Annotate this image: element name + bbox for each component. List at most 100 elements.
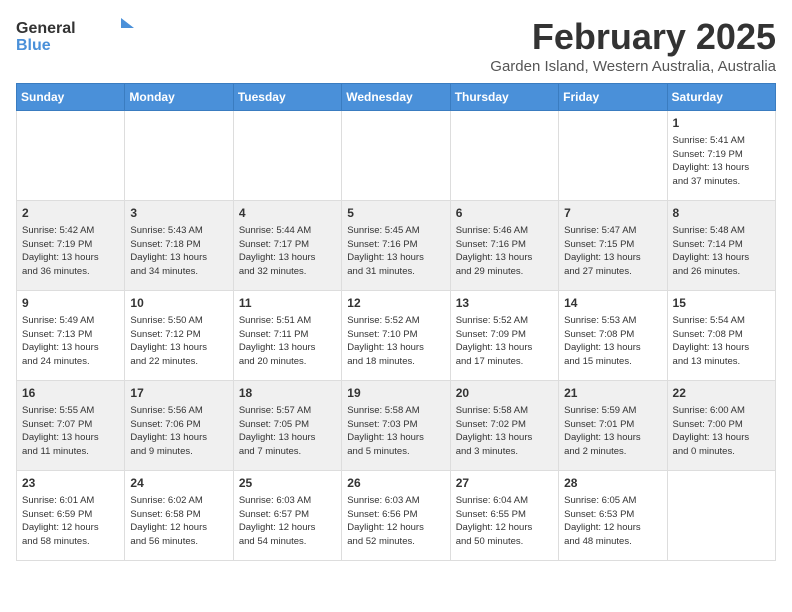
day-number: 5 (347, 205, 444, 222)
day-cell-3-2: 18 Sunrise: 5:57 AM Sunset: 7:05 PM Dayli… (233, 381, 341, 471)
day-number: 8 (673, 205, 770, 222)
day-cell-3-5: 21 Sunrise: 5:59 AM Sunset: 7:01 PM Dayli… (559, 381, 667, 471)
svg-text:Blue: Blue (16, 37, 51, 52)
calendar-header-row: Sunday Monday Tuesday Wednesday Thursday… (17, 84, 776, 111)
day-info: Sunrise: 5:43 AM Sunset: 7:18 PM Dayligh… (130, 224, 227, 279)
day-info: Sunrise: 5:42 AM Sunset: 7:19 PM Dayligh… (22, 224, 119, 279)
day-info: Sunrise: 5:54 AM Sunset: 7:08 PM Dayligh… (673, 314, 770, 369)
day-number: 16 (22, 385, 119, 402)
day-cell-2-5: 14 Sunrise: 5:53 AM Sunset: 7:08 PM Dayli… (559, 291, 667, 381)
day-info: Sunrise: 5:53 AM Sunset: 7:08 PM Dayligh… (564, 314, 661, 369)
day-number: 9 (22, 295, 119, 312)
day-number: 17 (130, 385, 227, 402)
day-number: 21 (564, 385, 661, 402)
day-cell-4-5: 28 Sunrise: 6:05 AM Sunset: 6:53 PM Dayli… (559, 471, 667, 561)
day-cell-3-1: 17 Sunrise: 5:56 AM Sunset: 7:06 PM Dayli… (125, 381, 233, 471)
week-row-2: 9 Sunrise: 5:49 AM Sunset: 7:13 PM Daylig… (17, 291, 776, 381)
day-info: Sunrise: 5:44 AM Sunset: 7:17 PM Dayligh… (239, 224, 336, 279)
day-info: Sunrise: 6:03 AM Sunset: 6:56 PM Dayligh… (347, 494, 444, 549)
header-saturday: Saturday (667, 84, 775, 111)
day-cell-0-4 (450, 111, 558, 201)
week-row-4: 23 Sunrise: 6:01 AM Sunset: 6:59 PM Dayli… (17, 471, 776, 561)
svg-text:General: General (16, 20, 76, 37)
day-number: 3 (130, 205, 227, 222)
day-cell-4-4: 27 Sunrise: 6:04 AM Sunset: 6:55 PM Dayli… (450, 471, 558, 561)
day-info: Sunrise: 6:04 AM Sunset: 6:55 PM Dayligh… (456, 494, 553, 549)
day-cell-2-0: 9 Sunrise: 5:49 AM Sunset: 7:13 PM Daylig… (17, 291, 125, 381)
day-info: Sunrise: 6:01 AM Sunset: 6:59 PM Dayligh… (22, 494, 119, 549)
day-number: 14 (564, 295, 661, 312)
day-cell-1-5: 7 Sunrise: 5:47 AM Sunset: 7:15 PM Daylig… (559, 201, 667, 291)
day-number: 22 (673, 385, 770, 402)
day-cell-2-4: 13Sunrise: 5:52 AM Sunset: 7:09 PM Dayli… (450, 291, 558, 381)
day-cell-2-2: 11 Sunrise: 5:51 AM Sunset: 7:11 PM Dayli… (233, 291, 341, 381)
day-cell-3-0: 16 Sunrise: 5:55 AM Sunset: 7:07 PM Dayli… (17, 381, 125, 471)
day-cell-4-1: 24Sunrise: 6:02 AM Sunset: 6:58 PM Dayli… (125, 471, 233, 561)
day-info: Sunrise: 5:48 AM Sunset: 7:14 PM Dayligh… (673, 224, 770, 279)
day-number: 7 (564, 205, 661, 222)
day-cell-0-2 (233, 111, 341, 201)
header-thursday: Thursday (450, 84, 558, 111)
day-cell-1-2: 4Sunrise: 5:44 AM Sunset: 7:17 PM Daylig… (233, 201, 341, 291)
day-cell-2-3: 12 Sunrise: 5:52 AM Sunset: 7:10 PM Dayli… (342, 291, 450, 381)
day-cell-0-6: 1 Sunrise: 5:41 AM Sunset: 7:19 PM Daylig… (667, 111, 775, 201)
day-number: 28 (564, 475, 661, 492)
day-number: 18 (239, 385, 336, 402)
day-number: 10 (130, 295, 227, 312)
day-number: 6 (456, 205, 553, 222)
day-number: 23 (22, 475, 119, 492)
day-number: 12 (347, 295, 444, 312)
calendar-table: Sunday Monday Tuesday Wednesday Thursday… (16, 83, 776, 561)
week-row-3: 16 Sunrise: 5:55 AM Sunset: 7:07 PM Dayli… (17, 381, 776, 471)
day-info: Sunrise: 5:45 AM Sunset: 7:16 PM Dayligh… (347, 224, 444, 279)
week-row-0: 1 Sunrise: 5:41 AM Sunset: 7:19 PM Daylig… (17, 111, 776, 201)
day-number: 25 (239, 475, 336, 492)
day-info: Sunrise: 5:49 AM Sunset: 7:13 PM Dayligh… (22, 314, 119, 369)
day-info: Sunrise: 6:05 AM Sunset: 6:53 PM Dayligh… (564, 494, 661, 549)
week-row-1: 2 Sunrise: 5:42 AM Sunset: 7:19 PM Daylig… (17, 201, 776, 291)
day-cell-1-6: 8 Sunrise: 5:48 AM Sunset: 7:14 PM Daylig… (667, 201, 775, 291)
day-number: 1 (673, 115, 770, 132)
day-info: Sunrise: 5:59 AM Sunset: 7:01 PM Dayligh… (564, 404, 661, 459)
day-cell-1-4: 6Sunrise: 5:46 AM Sunset: 7:16 PM Daylig… (450, 201, 558, 291)
day-info: Sunrise: 6:02 AM Sunset: 6:58 PM Dayligh… (130, 494, 227, 549)
day-info: Sunrise: 6:00 AM Sunset: 7:00 PM Dayligh… (673, 404, 770, 459)
day-cell-3-3: 19Sunrise: 5:58 AM Sunset: 7:03 PM Dayli… (342, 381, 450, 471)
day-info: Sunrise: 5:52 AM Sunset: 7:09 PM Dayligh… (456, 314, 553, 369)
day-cell-4-6 (667, 471, 775, 561)
day-cell-4-0: 23 Sunrise: 6:01 AM Sunset: 6:59 PM Dayli… (17, 471, 125, 561)
day-cell-4-2: 25 Sunrise: 6:03 AM Sunset: 6:57 PM Dayli… (233, 471, 341, 561)
day-number: 15 (673, 295, 770, 312)
header-friday: Friday (559, 84, 667, 111)
day-cell-0-1 (125, 111, 233, 201)
header-tuesday: Tuesday (233, 84, 341, 111)
calendar-subtitle: Garden Island, Western Australia, Austra… (490, 58, 776, 75)
day-number: 2 (22, 205, 119, 222)
header-sunday: Sunday (17, 84, 125, 111)
day-info: Sunrise: 5:51 AM Sunset: 7:11 PM Dayligh… (239, 314, 336, 369)
day-info: Sunrise: 5:47 AM Sunset: 7:15 PM Dayligh… (564, 224, 661, 279)
day-cell-1-3: 5 Sunrise: 5:45 AM Sunset: 7:16 PM Daylig… (342, 201, 450, 291)
day-info: Sunrise: 5:55 AM Sunset: 7:07 PM Dayligh… (22, 404, 119, 459)
day-cell-3-4: 20 Sunrise: 5:58 AM Sunset: 7:02 PM Dayli… (450, 381, 558, 471)
day-number: 27 (456, 475, 553, 492)
day-info: Sunrise: 5:41 AM Sunset: 7:19 PM Dayligh… (673, 134, 770, 189)
day-info: Sunrise: 5:56 AM Sunset: 7:06 PM Dayligh… (130, 404, 227, 459)
day-number: 26 (347, 475, 444, 492)
day-info: Sunrise: 5:58 AM Sunset: 7:03 PM Dayligh… (347, 404, 444, 459)
calendar-title: February 2025 (490, 16, 776, 58)
header-wednesday: Wednesday (342, 84, 450, 111)
header: General Blue February 2025 Garden Island… (16, 16, 776, 75)
title-area: February 2025 Garden Island, Western Aus… (490, 16, 776, 75)
day-info: Sunrise: 6:03 AM Sunset: 6:57 PM Dayligh… (239, 494, 336, 549)
day-info: Sunrise: 5:52 AM Sunset: 7:10 PM Dayligh… (347, 314, 444, 369)
day-cell-0-3 (342, 111, 450, 201)
day-info: Sunrise: 5:57 AM Sunset: 7:05 PM Dayligh… (239, 404, 336, 459)
header-monday: Monday (125, 84, 233, 111)
day-cell-1-1: 3 Sunrise: 5:43 AM Sunset: 7:18 PM Daylig… (125, 201, 233, 291)
day-number: 20 (456, 385, 553, 402)
day-info: Sunrise: 5:58 AM Sunset: 7:02 PM Dayligh… (456, 404, 553, 459)
day-cell-2-6: 15 Sunrise: 5:54 AM Sunset: 7:08 PM Dayli… (667, 291, 775, 381)
day-cell-0-0 (17, 111, 125, 201)
day-number: 11 (239, 295, 336, 312)
